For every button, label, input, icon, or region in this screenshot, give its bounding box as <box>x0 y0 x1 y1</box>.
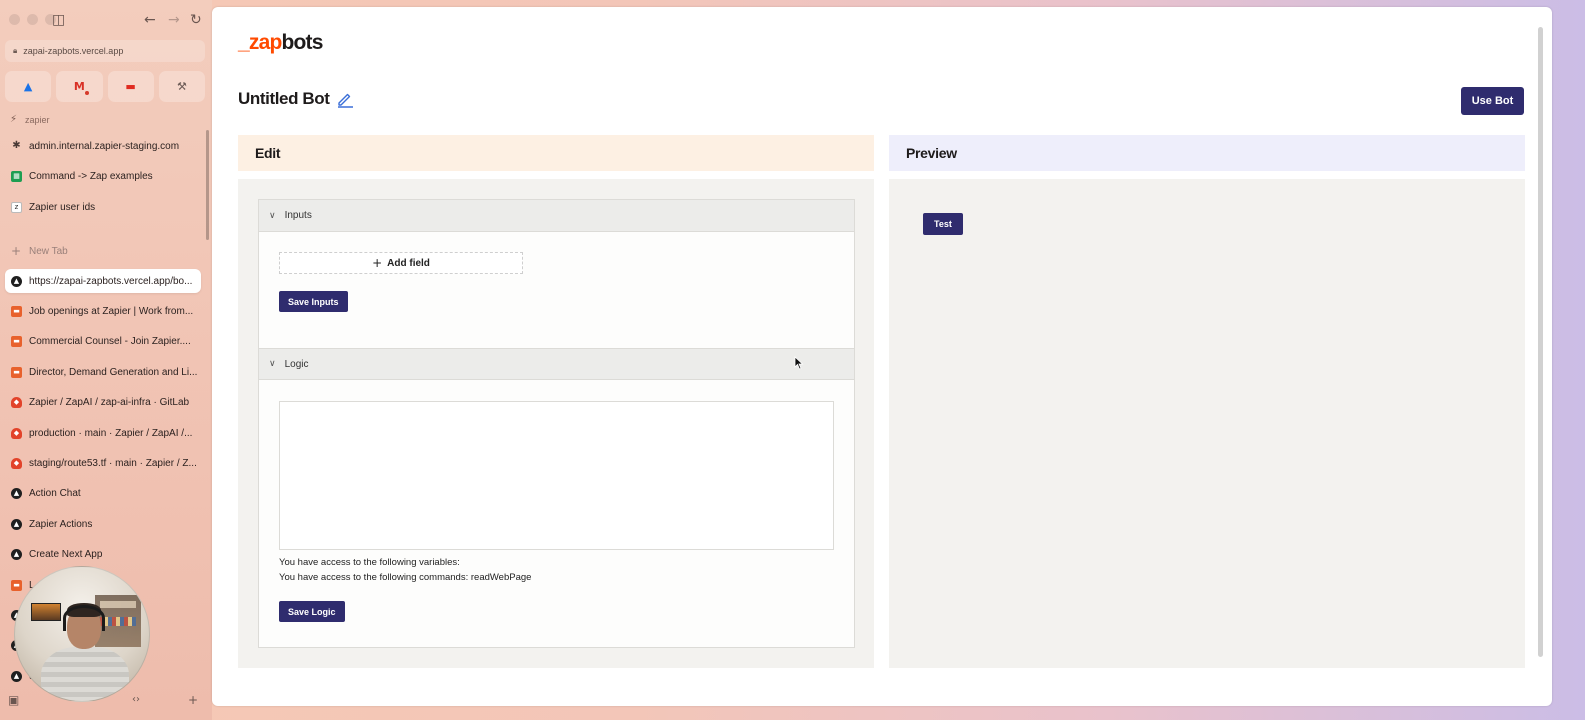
browser-tab[interactable]: ◆ staging/route53.tf · main · Zapier / Z.… <box>5 451 201 475</box>
asterisk-icon: ✱ <box>12 140 21 151</box>
edit-panel: ∨ Inputs + Add field Save Inputs ∨ Logic… <box>238 179 874 668</box>
code-icon[interactable]: ‹› <box>132 692 140 708</box>
browser-tab[interactable]: ▬ Commercial Counsel - Join Zapier.... <box>5 330 201 354</box>
zapier-page-icon: ▬ <box>11 336 22 348</box>
save-inputs-button[interactable]: Save Inputs <box>279 291 348 312</box>
zapier-page-icon: ▬ <box>11 305 22 317</box>
red-app-icon: ▬ <box>125 80 136 93</box>
test-button[interactable]: Test <box>923 213 963 235</box>
pinned-tab[interactable]: ▦ Command -> Zap examples <box>5 165 201 189</box>
tab-label: Create Next App <box>29 549 103 561</box>
zapier-page-icon: ▬ <box>11 579 22 591</box>
save-logic-button[interactable]: Save Logic <box>279 601 345 622</box>
favorite-red-app[interactable]: ▬ <box>107 71 154 102</box>
reload-icon[interactable]: ↻ <box>190 10 202 30</box>
favorites-bar: ▲ M ▬ ⚒ <box>5 71 205 102</box>
url-text: zapai-zapbots.vercel.app <box>23 46 124 56</box>
browser-tab[interactable]: ▲ Create Next App <box>5 543 201 567</box>
preview-panel-header: Preview <box>889 135 1525 171</box>
window-controls <box>9 14 56 25</box>
close-window-button[interactable] <box>9 14 20 25</box>
tab-label: https://zapai-zapbots.vercel.app/bo... <box>29 275 193 287</box>
tab-label: Commercial Counsel - Join Zapier.... <box>29 336 191 348</box>
lock-icon: 🔒︎ <box>13 46 18 55</box>
tab-label: Command -> Zap examples <box>29 171 153 182</box>
browser-tab[interactable]: ▲ https://zapai-zapbots.vercel.app/bo... <box>5 269 201 293</box>
tab-label: Zapier Actions <box>29 518 93 530</box>
pinned-tab[interactable]: ✱ admin.internal.zapier-staging.com <box>5 134 201 158</box>
vercel-icon: ▲ <box>11 549 22 561</box>
zapier-page-icon: ▬ <box>11 366 22 378</box>
favorite-tools[interactable]: ⚒ <box>158 71 205 102</box>
sidebar-toggle-icon[interactable]: ◫ <box>52 10 65 30</box>
vercel-icon: ▲ <box>11 275 22 287</box>
browser-tab[interactable]: ◆ production · main · Zapier / ZapAI /... <box>5 421 201 445</box>
notification-dot <box>84 91 89 95</box>
webcam-overlay <box>14 566 150 702</box>
edit-panel-header: Edit <box>238 135 874 171</box>
page-content: _zapbots Untitled Bot Use Bot Edit Previ… <box>212 7 1552 706</box>
browser-tab[interactable]: ▲ Zapier Actions <box>5 512 201 536</box>
gmail-icon: M <box>73 80 85 93</box>
zapier-doc-icon: z <box>11 201 22 213</box>
tab-label: Director, Demand Generation and Li... <box>29 366 198 378</box>
tab-label: admin.internal.zapier-staging.com <box>29 140 180 152</box>
vercel-icon: ▲ <box>11 670 22 682</box>
sidebar-bottom-bar: ▣ ‹› + <box>8 692 204 708</box>
mouse-cursor-icon <box>794 356 804 370</box>
vercel-icon: ▲ <box>11 518 22 530</box>
browser-sidebar: ◫ ← → ↻ 🔒︎ zapai-zapbots.vercel.app ▲ M ▬ ⚒… <box>0 0 212 720</box>
google-drive-icon: ▲ <box>23 80 33 93</box>
tab-label: Action Chat <box>29 488 81 500</box>
chevron-down-icon: ∨ <box>269 359 276 369</box>
tab-label: Job openings at Zapier | Work from... <box>29 305 194 317</box>
commands-note: You have access to the following command… <box>279 572 532 583</box>
add-field-button[interactable]: + Add field <box>279 252 523 274</box>
tab-label: production · main · Zapier / ZapAI /... <box>29 427 193 439</box>
browser-toolbar: ◫ ← → ↻ <box>50 10 204 30</box>
bolt-icon: ⚡︎ <box>10 114 18 125</box>
pinned-section-label: ⚡︎ zapier <box>10 114 50 125</box>
variables-note: You have access to the following variabl… <box>279 557 460 568</box>
favorite-gmail[interactable]: M <box>56 71 103 102</box>
plus-icon: + <box>372 256 383 270</box>
zapbots-logo[interactable]: _zapbots <box>238 31 323 55</box>
tab-label: Zapier / ZapAI / zap-ai-infra · GitLab <box>29 397 190 409</box>
chevron-down-icon: ∨ <box>269 210 276 221</box>
sidebar-scrollbar[interactable] <box>206 130 209 240</box>
tab-label: staging/route53.tf · main · Zapier / Z..… <box>29 457 197 469</box>
tools-icon: ⚒ <box>176 80 187 93</box>
forward-arrow-icon[interactable]: → <box>168 10 180 30</box>
tab-label: Zapier user ids <box>29 201 96 213</box>
plus-icon: + <box>11 244 22 258</box>
back-arrow-icon[interactable]: ← <box>144 10 156 30</box>
use-bot-button[interactable]: Use Bot <box>1461 87 1524 115</box>
preview-panel: Test <box>889 179 1525 668</box>
favorite-google-drive[interactable]: ▲ <box>5 71 52 102</box>
add-icon[interactable]: + <box>188 692 198 708</box>
inputs-section-header[interactable]: ∨ Inputs <box>259 200 854 232</box>
logic-section-header[interactable]: ∨ Logic <box>259 348 854 380</box>
bot-title: Untitled Bot <box>238 89 330 108</box>
gitlab-icon: ◆ <box>11 397 22 409</box>
minimize-window-button[interactable] <box>27 14 38 25</box>
browser-tab[interactable]: ◆ Zapier / ZapAI / zap-ai-infra · GitLab <box>5 391 201 415</box>
pencil-icon[interactable] <box>336 90 354 108</box>
page-scrollbar[interactable] <box>1538 27 1543 657</box>
browser-tab[interactable]: ▬ Job openings at Zapier | Work from... <box>5 299 201 323</box>
url-bar[interactable]: 🔒︎ zapai-zapbots.vercel.app <box>5 40 205 62</box>
vercel-icon: ▲ <box>11 488 22 500</box>
logic-textarea[interactable] <box>279 401 834 550</box>
browser-tab[interactable]: ▬ Director, Demand Generation and Li... <box>5 360 201 384</box>
gitlab-icon: ◆ <box>11 457 22 469</box>
edit-accordion: ∨ Inputs + Add field Save Inputs ∨ Logic… <box>258 199 855 648</box>
archive-icon[interactable]: ▣ <box>8 692 19 708</box>
gitlab-icon: ◆ <box>11 427 22 439</box>
bot-title-row: Untitled Bot <box>238 89 354 109</box>
browser-tab[interactable]: ▲ Action Chat <box>5 482 201 506</box>
pinned-tab[interactable]: z Zapier user ids <box>5 195 201 219</box>
new-tab-button[interactable]: + New Tab <box>5 239 201 263</box>
sheets-icon: ▦ <box>11 171 22 182</box>
